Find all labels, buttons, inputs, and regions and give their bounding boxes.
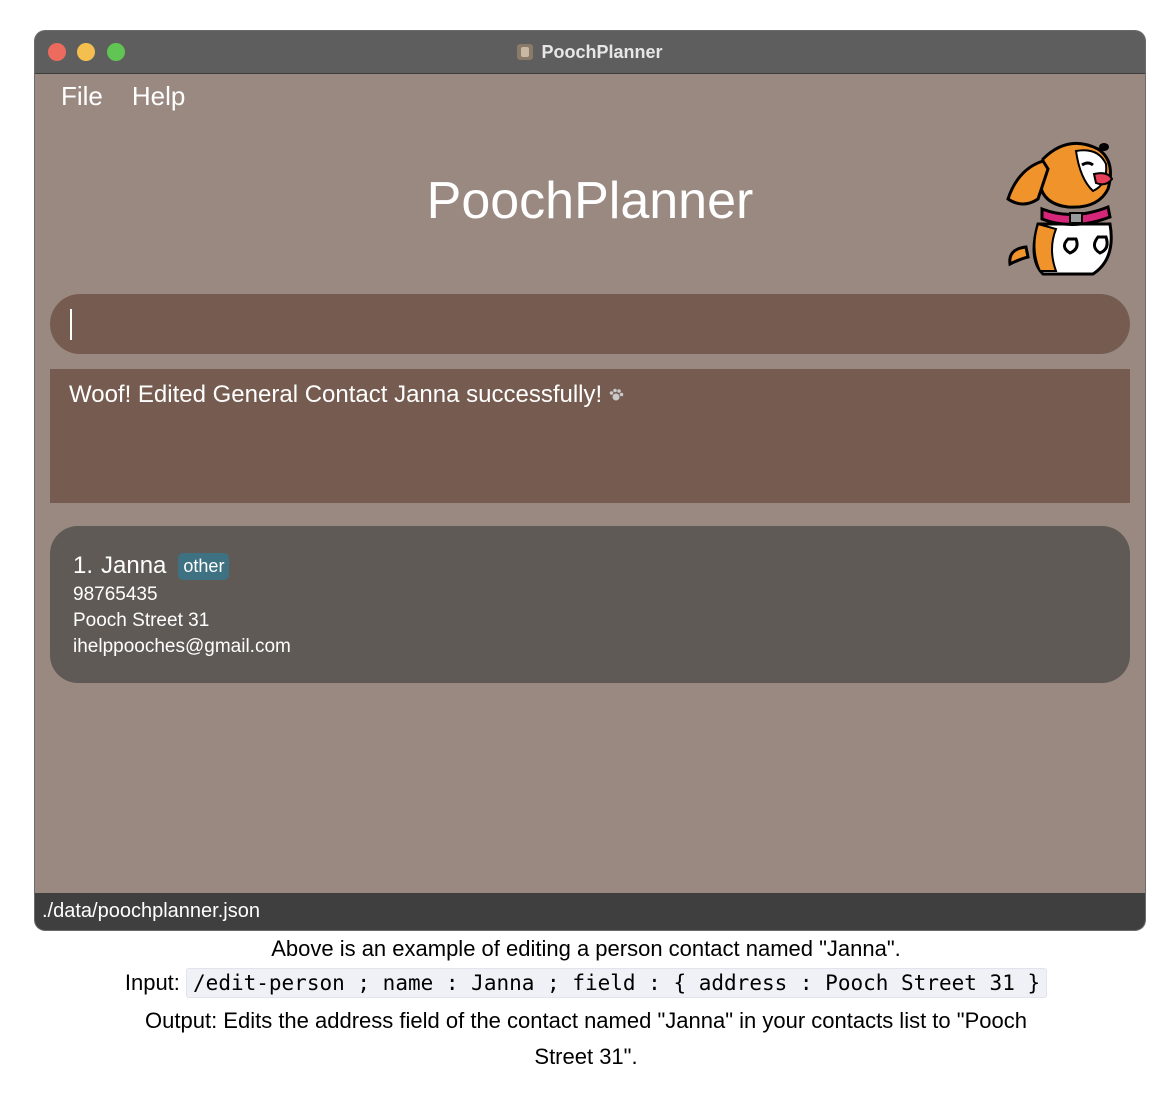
command-input[interactable] bbox=[50, 294, 1130, 354]
contact-card[interactable]: 1. Janna other 98765435 Pooch Street 31 … bbox=[50, 526, 1130, 683]
status-file-path: ./data/poochplanner.json bbox=[42, 900, 260, 922]
status-bar: ./data/poochplanner.json bbox=[35, 893, 1145, 930]
caption-output-line-1: Output: Edits the address field of the c… bbox=[145, 1008, 1027, 1033]
title-bar[interactable]: PoochPlanner bbox=[35, 31, 1145, 74]
caption-input-code: /edit-person ; name : Janna ; field : { … bbox=[186, 968, 1048, 998]
menu-bar: File Help bbox=[35, 74, 1145, 118]
contact-name: Janna bbox=[101, 552, 167, 579]
window-title: PoochPlanner bbox=[541, 41, 663, 62]
contact-email: ihelppooches@gmail.com bbox=[73, 636, 291, 657]
result-message-row: Woof! Edited General Contact Janna succe… bbox=[69, 381, 624, 409]
menu-help[interactable]: Help bbox=[132, 81, 185, 112]
text-cursor bbox=[70, 309, 72, 340]
contact-card-header: 1. Janna other bbox=[73, 552, 230, 580]
app-heading: PoochPlanner bbox=[426, 172, 754, 230]
result-display: Woof! Edited General Contact Janna succe… bbox=[50, 369, 1130, 503]
menu-file[interactable]: File bbox=[61, 81, 103, 112]
contact-tag-badge: other bbox=[178, 552, 230, 580]
window-title-group: PoochPlanner bbox=[35, 31, 1145, 73]
mascot-dog-icon bbox=[1006, 141, 1114, 276]
paw-icon bbox=[609, 388, 624, 401]
caption-input-label: Input: bbox=[124, 970, 180, 995]
contact-address: Pooch Street 31 bbox=[73, 610, 210, 631]
app-icon bbox=[517, 44, 534, 60]
caption-input-line: Input: /edit-person ; name : Janna ; fie… bbox=[0, 968, 1172, 998]
app-window: PoochPlanner File Help PoochPlanner Woof… bbox=[35, 31, 1145, 930]
contact-index: 1. bbox=[73, 552, 94, 579]
result-message: Woof! Edited General Contact Janna succe… bbox=[69, 381, 603, 408]
contact-phone: 98765435 bbox=[73, 584, 158, 605]
caption-output-line-2: Street 31". bbox=[534, 1044, 638, 1069]
caption-line-1: Above is an example of editing a person … bbox=[271, 936, 901, 961]
